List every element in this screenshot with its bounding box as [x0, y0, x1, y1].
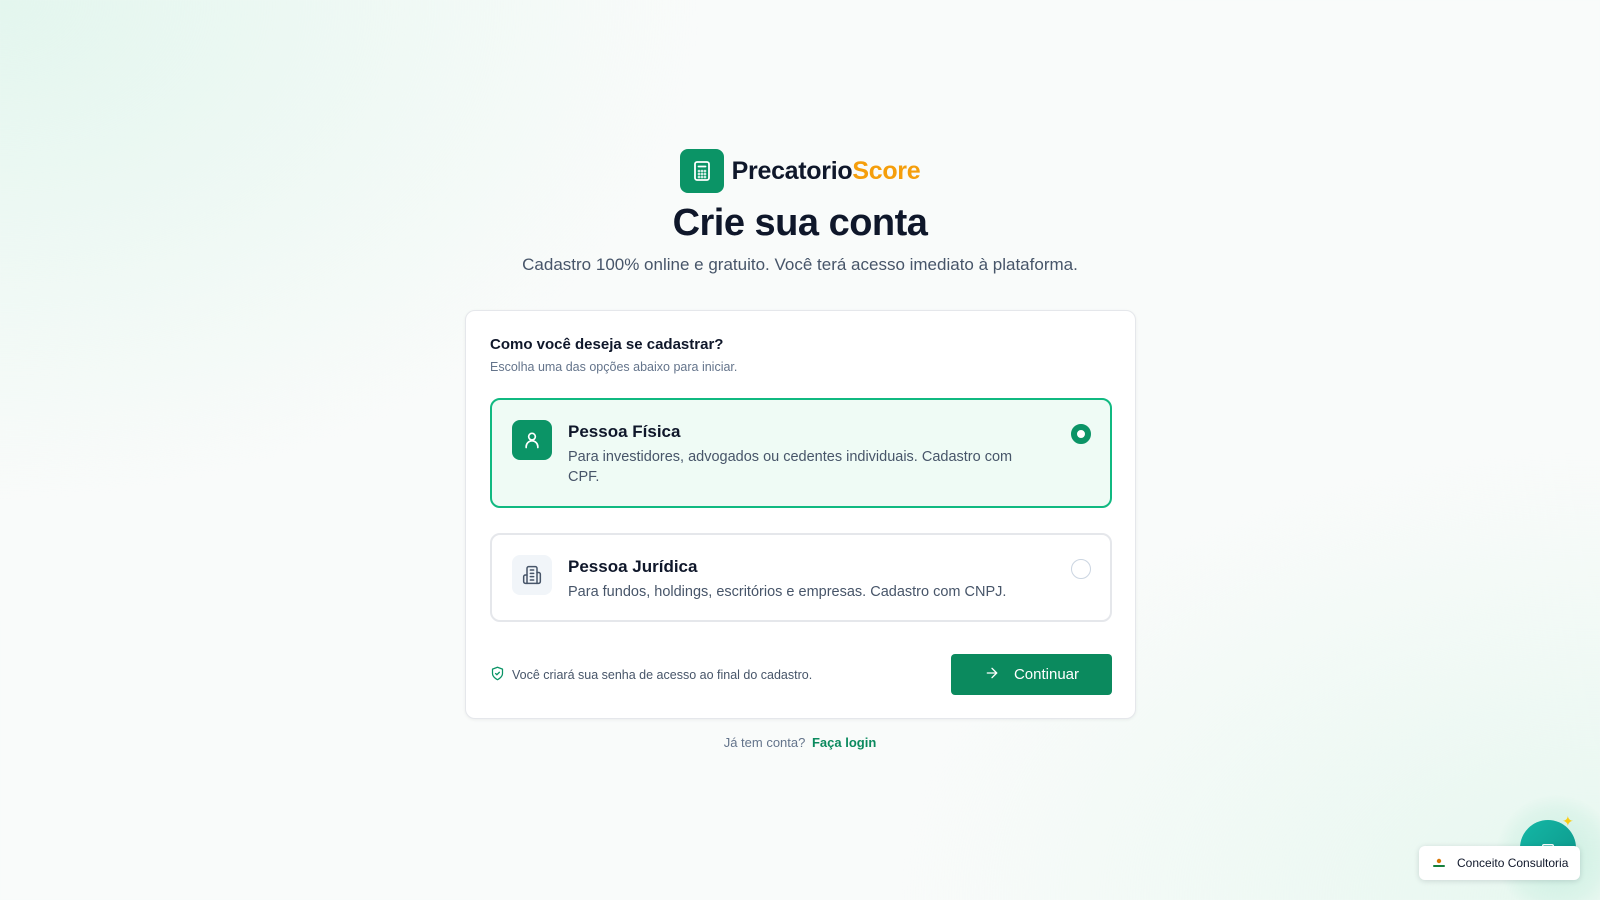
calculator-icon — [679, 149, 724, 193]
consultoria-logo-icon — [1431, 857, 1447, 869]
radio-pessoa-fisica[interactable] — [1071, 424, 1091, 444]
user-icon — [512, 420, 552, 460]
page-subtitle: Cadastro 100% online e gratuito. Você te… — [522, 255, 1078, 274]
option-description: Para fundos, holdings, escritórios e emp… — [568, 584, 1007, 600]
login-link[interactable]: Faça login — [812, 735, 876, 750]
radio-pessoa-juridica[interactable] — [1071, 559, 1091, 579]
security-note: Você criará sua senha de acesso ao final… — [490, 666, 812, 684]
option-pessoa-fisica[interactable]: Pessoa Física Para investidores, advogad… — [490, 398, 1112, 508]
option-title: Pessoa Jurídica — [568, 557, 698, 576]
option-pessoa-juridica[interactable]: Pessoa Jurídica Para fundos, holdings, e… — [490, 533, 1112, 622]
continue-button[interactable]: Continuar — [951, 654, 1112, 695]
brand-name: PrecatorioScore — [732, 157, 921, 186]
brand-header: PrecatorioScore — [0, 149, 1600, 193]
signup-hint: Escolha uma das opções abaixo para inici… — [490, 360, 738, 374]
brand-name-part1: Precatorio — [731, 156, 853, 185]
page-title: Crie sua conta — [672, 202, 928, 244]
option-description: Para investidores, advogados ou cedentes… — [568, 449, 1013, 485]
login-prompt-line: Já tem conta? Faça login — [0, 735, 1600, 750]
option-title: Pessoa Física — [568, 422, 681, 441]
shield-check-icon — [490, 666, 505, 684]
building-icon — [512, 555, 552, 595]
brand-name-part2: Score — [852, 156, 921, 185]
sparkle-icon: ✦ — [1562, 813, 1574, 829]
security-note-text: Você criará sua senha de acesso ao final… — [512, 668, 813, 682]
continue-label: Continuar — [1013, 666, 1080, 683]
signup-question: Como você deseja se cadastrar? — [490, 336, 724, 353]
signup-card: Como você deseja se cadastrar? Escolha u… — [465, 310, 1136, 719]
widget-badge[interactable]: Conceito Consultoria — [1419, 846, 1580, 880]
login-prompt: Já tem conta? — [723, 735, 806, 750]
arrow-right-icon — [984, 665, 1000, 685]
widget-badge-label: Conceito Consultoria — [1457, 856, 1569, 870]
